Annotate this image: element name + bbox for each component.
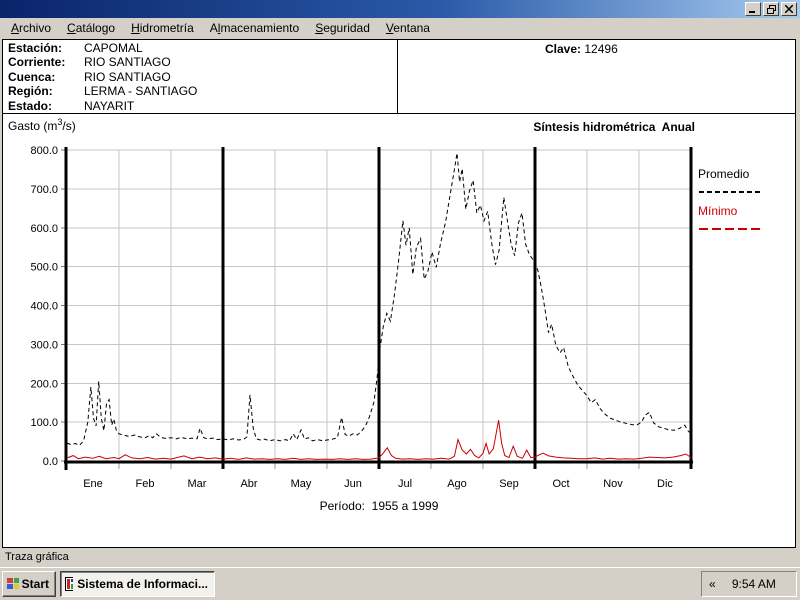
- svg-text:100.0: 100.0: [30, 417, 58, 429]
- status-text: Traza gráfica: [5, 551, 69, 563]
- svg-text:Abr: Abr: [240, 478, 257, 490]
- svg-text:Sep: Sep: [499, 478, 519, 490]
- status-bar: Traza gráfica: [0, 548, 800, 567]
- legend-item-promedio: Promedio: [698, 167, 762, 200]
- chart-ticks: [61, 150, 639, 469]
- chart-legend: Promedio Mínimo: [698, 167, 762, 241]
- svg-text:Mar: Mar: [188, 478, 207, 490]
- taskbar-clock[interactable]: 9:54 AM: [716, 577, 796, 591]
- svg-text:Ago: Ago: [447, 478, 467, 490]
- windows-logo-icon: [6, 577, 19, 591]
- svg-text:200.0: 200.0: [30, 378, 58, 390]
- svg-text:Nov: Nov: [603, 478, 623, 490]
- svg-text:0.0: 0.0: [43, 456, 58, 468]
- svg-text:Oct: Oct: [552, 478, 569, 490]
- app-icon: [65, 577, 73, 591]
- svg-text:May: May: [291, 478, 312, 490]
- svg-text:700.0: 700.0: [30, 184, 58, 196]
- clave-value: 12496: [584, 42, 617, 56]
- svg-text:400.0: 400.0: [30, 301, 58, 313]
- start-label: Start: [22, 577, 49, 591]
- clave-label: Clave:: [545, 42, 581, 56]
- hydrograph-chart: 0.0 100.0 200.0 300.0 400.0 500.0 600.0 700.0 80…: [0, 0, 800, 560]
- chart-title: Síntesis hidrométrica Anual: [533, 120, 695, 134]
- legend-line-sample: [698, 226, 762, 232]
- svg-text:Jul: Jul: [398, 478, 412, 490]
- legend-line-sample: [698, 189, 762, 195]
- legend-label: Mínimo: [698, 204, 762, 218]
- taskbar: Start Sistema de Informaci... « 9:54 AM: [0, 567, 800, 600]
- svg-text:Ene: Ene: [83, 478, 103, 490]
- task-button-sias[interactable]: Sistema de Informaci...: [60, 571, 215, 597]
- chart-tick-labels: 0.0 100.0 200.0 300.0 400.0 500.0 600.0 700.0 80…: [30, 145, 673, 490]
- period-caption: Período: 1955 a 1999: [67, 499, 691, 513]
- station-key: Clave: 12496: [545, 42, 618, 56]
- svg-text:Jun: Jun: [344, 478, 362, 490]
- legend-item-minimo: Mínimo: [698, 204, 762, 237]
- chart-gridlines: [67, 147, 691, 469]
- svg-text:Feb: Feb: [136, 478, 155, 490]
- task-label: Sistema de Informaci...: [77, 577, 208, 591]
- system-tray: « 9:54 AM: [701, 571, 797, 597]
- svg-text:300.0: 300.0: [30, 339, 58, 351]
- tray-collapse-icon[interactable]: «: [709, 578, 716, 590]
- gasto-axis-label: Gasto (m3/s): [8, 117, 76, 133]
- legend-label: Promedio: [698, 167, 762, 181]
- svg-text:500.0: 500.0: [30, 262, 58, 274]
- svg-text:800.0: 800.0: [30, 145, 58, 157]
- svg-text:600.0: 600.0: [30, 223, 58, 235]
- start-button[interactable]: Start: [2, 571, 56, 597]
- svg-text:Dic: Dic: [657, 478, 673, 490]
